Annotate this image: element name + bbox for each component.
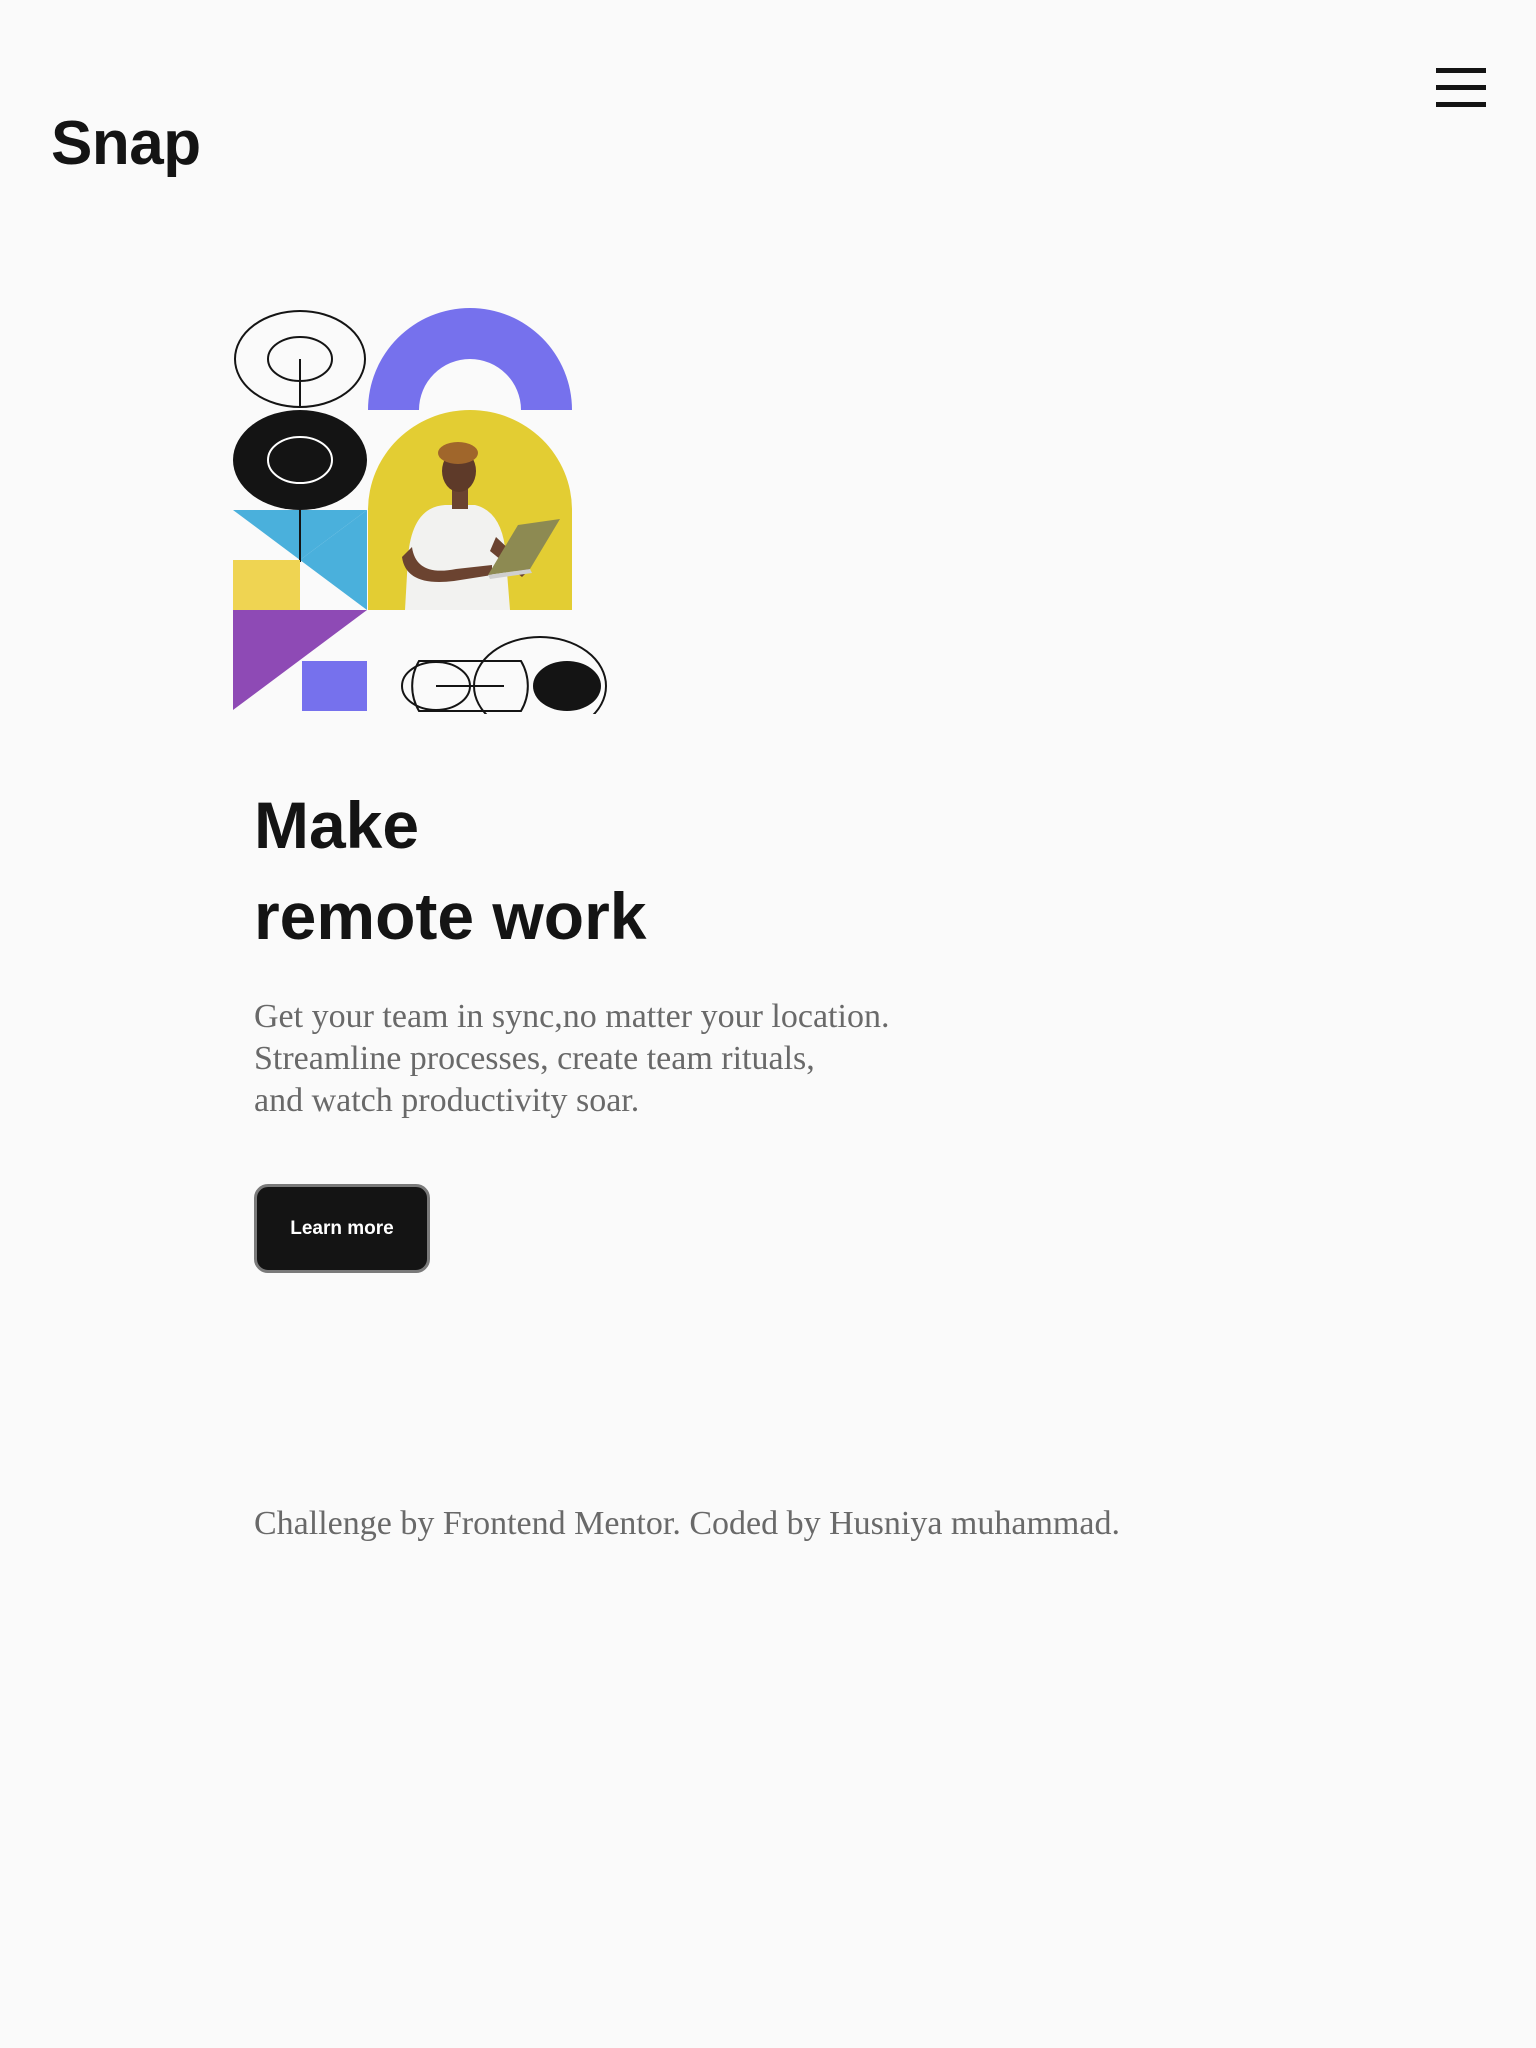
hero-headline: Make remote work — [254, 780, 646, 962]
menu-line-bottom — [1436, 102, 1486, 107]
intro-line-1: Get your team in sync,no matter your loc… — [254, 998, 890, 1035]
purple-square-shape — [302, 661, 367, 711]
learn-more-button[interactable]: Learn more — [254, 1184, 430, 1273]
site-logo[interactable]: Snap — [51, 104, 201, 184]
footer-attribution: Challenge by Frontend Mentor. Coded by H… — [254, 1505, 1120, 1542]
purple-arch-shape — [368, 308, 572, 410]
intro-line-2: Streamline processes, create team ritual… — [254, 1040, 815, 1077]
bottom-pill-shape — [401, 636, 607, 714]
hero-illustration — [230, 307, 635, 714]
menu-line-middle — [1436, 85, 1486, 90]
top-left-ring-shape — [234, 310, 366, 408]
yellow-square-shape — [233, 560, 300, 610]
hero-illustration-svg — [233, 308, 607, 714]
person-with-laptop-photo — [368, 410, 572, 610]
headline-line-2: remote work — [254, 879, 647, 953]
headline-line-1: Make — [254, 788, 420, 862]
intro-line-3: and watch productivity soar. — [254, 1082, 640, 1119]
hamburger-menu-icon[interactable] — [1430, 62, 1488, 114]
black-ring-shape — [233, 410, 367, 510]
hero-intro-text: Get your team in sync,no matter your loc… — [254, 996, 889, 1122]
menu-line-top — [1436, 68, 1486, 73]
